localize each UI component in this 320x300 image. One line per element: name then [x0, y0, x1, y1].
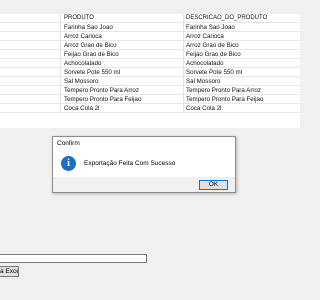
row-divider [183, 104, 184, 113]
column-separator[interactable] [183, 14, 184, 23]
table-row[interactable]: Farinha Sao Joao Farinha Sao Joao [0, 23, 300, 32]
cell-produto[interactable]: Feijao Grao de Bico [64, 51, 119, 58]
cell-produto[interactable]: Coca Cola 2l [64, 105, 99, 112]
ok-button[interactable]: OK [199, 180, 228, 190]
text-input[interactable] [0, 254, 147, 263]
row-divider [183, 68, 184, 77]
row-divider [183, 95, 184, 104]
column-separator[interactable] [60, 14, 61, 23]
table-row[interactable]: Arroz Carioca Arroz Carioca [0, 32, 300, 41]
dialog-body: i Exportação Feita Com Sucesso [53, 151, 235, 177]
row-divider [60, 95, 61, 104]
cell-descricao[interactable]: Feijao Grao de Bico [186, 51, 241, 58]
cell-descricao[interactable]: Sal Mossoro [186, 78, 220, 85]
row-divider [60, 77, 61, 86]
row-divider [60, 104, 61, 113]
table-row[interactable]: Feijao Grao de Bico Feijao Grao de Bico [0, 50, 300, 59]
column-header-descricao[interactable]: DESCRICAO_DO_PRODUTO [186, 15, 267, 21]
row-divider [183, 50, 184, 59]
row-divider [60, 68, 61, 77]
table-row[interactable]: Sorvete Pote 550 ml Sorvete Pote 550 ml [0, 68, 300, 77]
grid-header: PRODUTO DESCRICAO_DO_PRODUTO [0, 14, 300, 23]
row-divider [183, 59, 184, 68]
table-row[interactable]: Arroz Grao de Bico Arroz Grao de Bico [0, 41, 300, 50]
app-window: PRODUTO DESCRICAO_DO_PRODUTO Farinha Sao… [0, 0, 300, 300]
table-row[interactable]: Coca Cola 2l Coca Cola 2l [0, 104, 300, 113]
cell-descricao[interactable]: Arroz Grao de Bico [186, 42, 239, 49]
dialog-title: Confirm [57, 140, 80, 147]
cell-produto[interactable]: Arroz Grao de Bico [64, 42, 117, 49]
row-divider [60, 59, 61, 68]
cell-produto[interactable]: Tempero Pronto Para Feijao [64, 96, 141, 103]
products-grid: PRODUTO DESCRICAO_DO_PRODUTO Farinha Sao… [0, 14, 300, 128]
table-row[interactable]: Tempero Pronto Para Feijao Tempero Pronto… [0, 95, 300, 104]
cell-descricao[interactable]: Farinha Sao Joao [186, 24, 235, 31]
cell-produto[interactable]: Sorvete Pote 550 ml [64, 69, 120, 76]
row-divider [60, 41, 61, 50]
cell-produto[interactable]: Achocolatado [64, 60, 102, 67]
column-header-produto[interactable]: PRODUTO [64, 15, 94, 21]
cell-descricao[interactable]: Sorvete Pote 550 ml [186, 69, 242, 76]
cell-descricao[interactable]: Tempero Pronto Para Arroz [186, 87, 261, 94]
cell-descricao[interactable]: Coca Cola 2l [186, 105, 221, 112]
row-divider [60, 23, 61, 32]
row-divider [183, 41, 184, 50]
info-icon: i [61, 156, 76, 171]
cell-produto[interactable]: Tempero Pronto Para Arroz [64, 87, 139, 94]
row-divider [183, 23, 184, 32]
export-excel-button[interactable]: a Excel [0, 266, 19, 277]
row-divider [60, 50, 61, 59]
cell-descricao[interactable]: Achocolatado [186, 60, 224, 67]
table-row[interactable]: Tempero Pronto Para Arroz Tempero Pronto … [0, 86, 300, 95]
cell-produto[interactable]: Arroz Carioca [64, 33, 102, 40]
dialog-message: Exportação Feita Com Sucesso [84, 160, 176, 167]
cell-descricao[interactable]: Arroz Carioca [186, 33, 224, 40]
cell-descricao[interactable]: Tempero Pronto Para Feijao [186, 96, 263, 103]
grid-rows: Farinha Sao Joao Farinha Sao Joao Arroz Ca… [0, 23, 300, 113]
row-divider [183, 32, 184, 41]
table-row[interactable]: Sal Mossoro Sal Mossoro [0, 77, 300, 86]
row-divider [183, 86, 184, 95]
row-divider [183, 77, 184, 86]
cell-produto[interactable]: Sal Mossoro [64, 78, 98, 85]
row-divider [60, 86, 61, 95]
row-divider [60, 32, 61, 41]
table-row[interactable]: Achocolatado Achocolatado [0, 59, 300, 68]
confirm-dialog: Confirm i Exportação Feita Com Sucesso O… [52, 136, 236, 193]
dialog-titlebar[interactable]: Confirm [53, 137, 235, 151]
cell-produto[interactable]: Farinha Sao Joao [64, 24, 113, 31]
